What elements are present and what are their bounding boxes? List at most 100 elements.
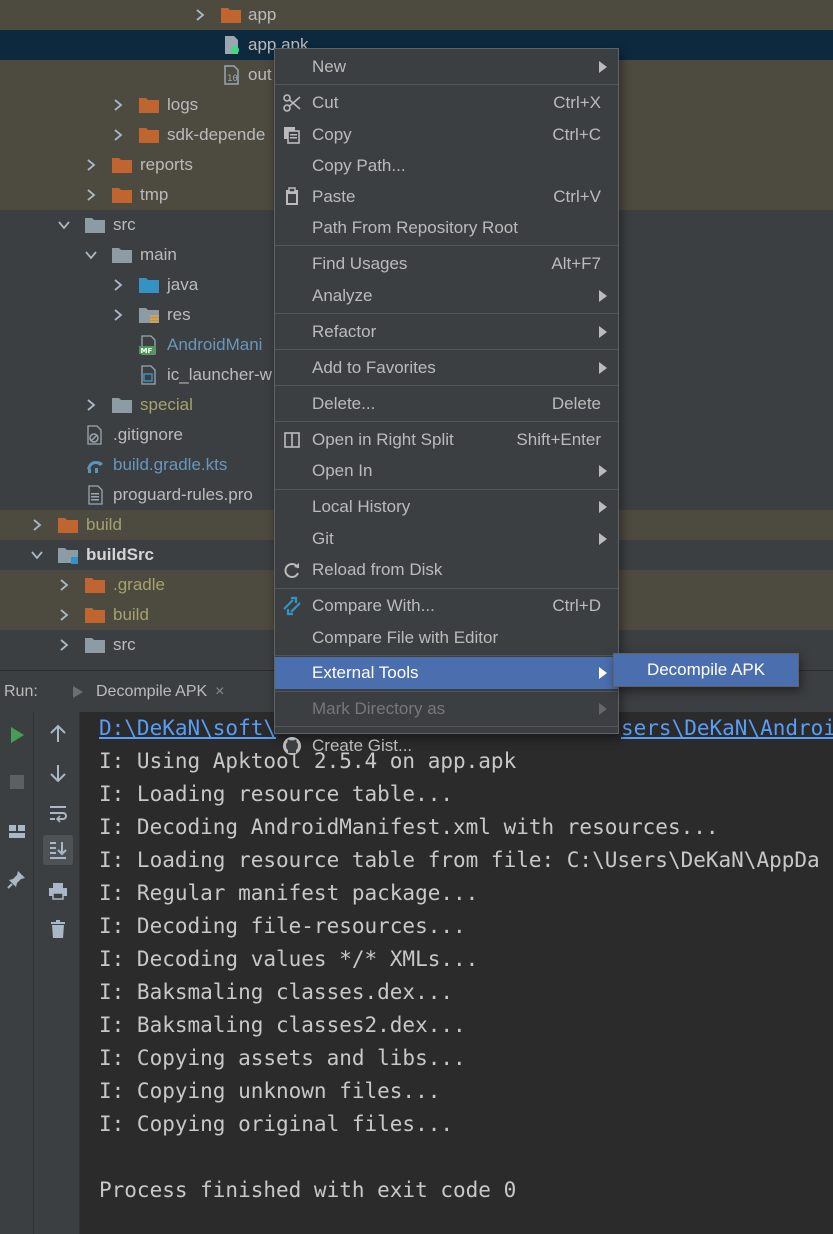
scroll-down-button[interactable]	[43, 758, 73, 788]
binary-file-icon: 10	[221, 65, 243, 85]
chevron-down-icon[interactable]	[30, 548, 44, 562]
image-file-icon	[138, 365, 160, 385]
scroll-up-button[interactable]	[43, 719, 73, 749]
menu-item-refactor[interactable]: Refactor	[275, 316, 618, 348]
tree-row-app[interactable]: app	[0, 0, 833, 30]
menu-item-copy[interactable]: Copy Ctrl+C	[275, 119, 618, 151]
pin-tab-button[interactable]	[2, 864, 32, 894]
menu-item-delete[interactable]: Delete... Delete	[275, 388, 618, 420]
chevron-right-icon[interactable]	[30, 518, 44, 532]
tree-item-label: .gitignore	[113, 425, 183, 444]
tree-item-label: special	[140, 395, 193, 414]
menu-item-label: Open in Right Split	[312, 430, 454, 449]
menu-item-cut[interactable]: Cut Ctrl+X	[275, 87, 618, 119]
console-output[interactable]: D:\DeKaN\soft\ sers\DeKaN\Androi I: Usin…	[80, 712, 833, 1234]
menu-item-copy-path[interactable]: Copy Path...	[275, 150, 618, 182]
menu-item-label: Create Gist...	[312, 736, 413, 755]
tree-item-label: ic_launcher-w	[167, 365, 272, 384]
console-command-link-tail[interactable]: sers\DeKaN\Androi	[621, 716, 833, 740]
tree-item-label: out	[248, 65, 272, 84]
chevron-down-icon[interactable]	[57, 218, 71, 232]
run-config-icon	[73, 686, 83, 698]
chevron-right-icon[interactable]	[84, 398, 98, 412]
console-line: I: Copying assets and libs...	[99, 1046, 466, 1070]
menu-item-open-right-split[interactable]: Open in Right Split Shift+Enter	[275, 424, 618, 456]
menu-item-reload-from-disk[interactable]: Reload from Disk	[275, 554, 618, 586]
chevron-right-icon[interactable]	[111, 308, 125, 322]
external-tools-submenu: Decompile APK	[613, 653, 799, 687]
svg-text:MF: MF	[141, 347, 153, 355]
menu-item-local-history[interactable]: Local History	[275, 491, 618, 523]
chevron-right-icon[interactable]	[57, 578, 71, 592]
console-line: I: Copying unknown files...	[99, 1079, 441, 1103]
print-button[interactable]	[43, 876, 73, 906]
menu-item-label: Reload from Disk	[312, 560, 443, 579]
menu-item-label: Git	[312, 529, 334, 548]
menu-item-new[interactable]: New	[275, 51, 618, 83]
source-folder-icon	[138, 275, 160, 295]
submenu-arrow-icon	[599, 533, 607, 545]
submenu-item-decompile-apk[interactable]: Decompile APK	[614, 654, 798, 686]
tree-item-label: AndroidMani	[167, 335, 263, 354]
chevron-right-icon[interactable]	[111, 128, 125, 142]
chevron-down-icon[interactable]	[84, 248, 98, 262]
chevron-right-icon[interactable]	[111, 98, 125, 112]
menu-item-external-tools[interactable]: External Tools	[275, 657, 618, 689]
submenu-arrow-icon	[599, 501, 607, 513]
menu-item-mark-directory[interactable]: Mark Directory as	[275, 693, 618, 725]
submenu-arrow-icon	[599, 465, 607, 477]
tree-item-label: main	[140, 245, 177, 264]
rerun-button[interactable]	[2, 720, 32, 750]
menu-item-label: Add to Favorites	[312, 358, 436, 377]
tree-item-label: app	[248, 5, 277, 24]
chevron-right-icon[interactable]	[111, 278, 125, 292]
submenu-arrow-icon	[599, 667, 607, 679]
menu-shortcut: Ctrl+C	[552, 125, 601, 144]
layout-button[interactable]	[2, 816, 32, 846]
console-line: I: Decoding AndroidManifest.xml with res…	[99, 815, 719, 839]
folder-icon	[111, 185, 133, 205]
menu-item-label: Refactor	[312, 322, 377, 341]
github-icon	[281, 735, 303, 757]
menu-item-label: Paste	[312, 187, 356, 206]
android-apk-icon	[221, 35, 243, 55]
menu-item-create-gist[interactable]: Create Gist...	[275, 730, 618, 762]
refresh-icon	[281, 559, 303, 581]
menu-shortcut: Ctrl+D	[552, 596, 601, 615]
stop-button[interactable]	[2, 767, 32, 797]
chevron-right-icon[interactable]	[193, 8, 207, 22]
menu-item-open-in[interactable]: Open In	[275, 455, 618, 487]
submenu-arrow-icon	[599, 326, 607, 338]
tab-decompile-apk[interactable]: Decompile APK ×	[62, 671, 233, 713]
chevron-right-icon[interactable]	[57, 608, 71, 622]
close-icon[interactable]: ×	[215, 683, 224, 701]
menu-item-compare-file-editor[interactable]: Compare File with Editor	[275, 622, 618, 654]
console-line: I: Baksmaling classes2.dex...	[99, 1013, 466, 1037]
copy-icon	[281, 124, 303, 146]
menu-item-git[interactable]: Git	[275, 523, 618, 555]
pin-icon	[7, 871, 25, 889]
menu-item-compare-with[interactable]: Compare With... Ctrl+D	[275, 590, 618, 622]
compare-icon	[281, 595, 303, 617]
menu-item-analyze[interactable]: Analyze	[275, 280, 618, 312]
menu-item-add-to-favorites[interactable]: Add to Favorites	[275, 352, 618, 384]
menu-item-find-usages[interactable]: Find Usages Alt+F7	[275, 248, 618, 280]
arrow-down-icon	[50, 765, 66, 783]
scroll-to-end-button[interactable]	[43, 835, 73, 865]
menu-item-paste[interactable]: Paste Ctrl+V	[275, 181, 618, 213]
layout-icon	[9, 825, 25, 838]
folder-icon	[111, 155, 133, 175]
menu-item-label: Copy Path...	[312, 156, 406, 175]
chevron-right-icon[interactable]	[57, 638, 71, 652]
chevron-right-icon[interactable]	[84, 188, 98, 202]
chevron-right-icon[interactable]	[84, 158, 98, 172]
menu-item-path-from-root[interactable]: Path From Repository Root	[275, 212, 618, 244]
folder-icon	[220, 5, 242, 25]
clear-all-button[interactable]	[43, 914, 73, 944]
console-line: I: Copying original files...	[99, 1112, 454, 1136]
soft-wrap-button[interactable]	[43, 798, 73, 828]
menu-item-label: Cut	[312, 93, 339, 112]
console-command-link[interactable]: D:\DeKaN\soft\	[99, 716, 276, 740]
tab-title: Decompile APK	[96, 683, 208, 700]
menu-item-label: Copy	[312, 125, 352, 144]
